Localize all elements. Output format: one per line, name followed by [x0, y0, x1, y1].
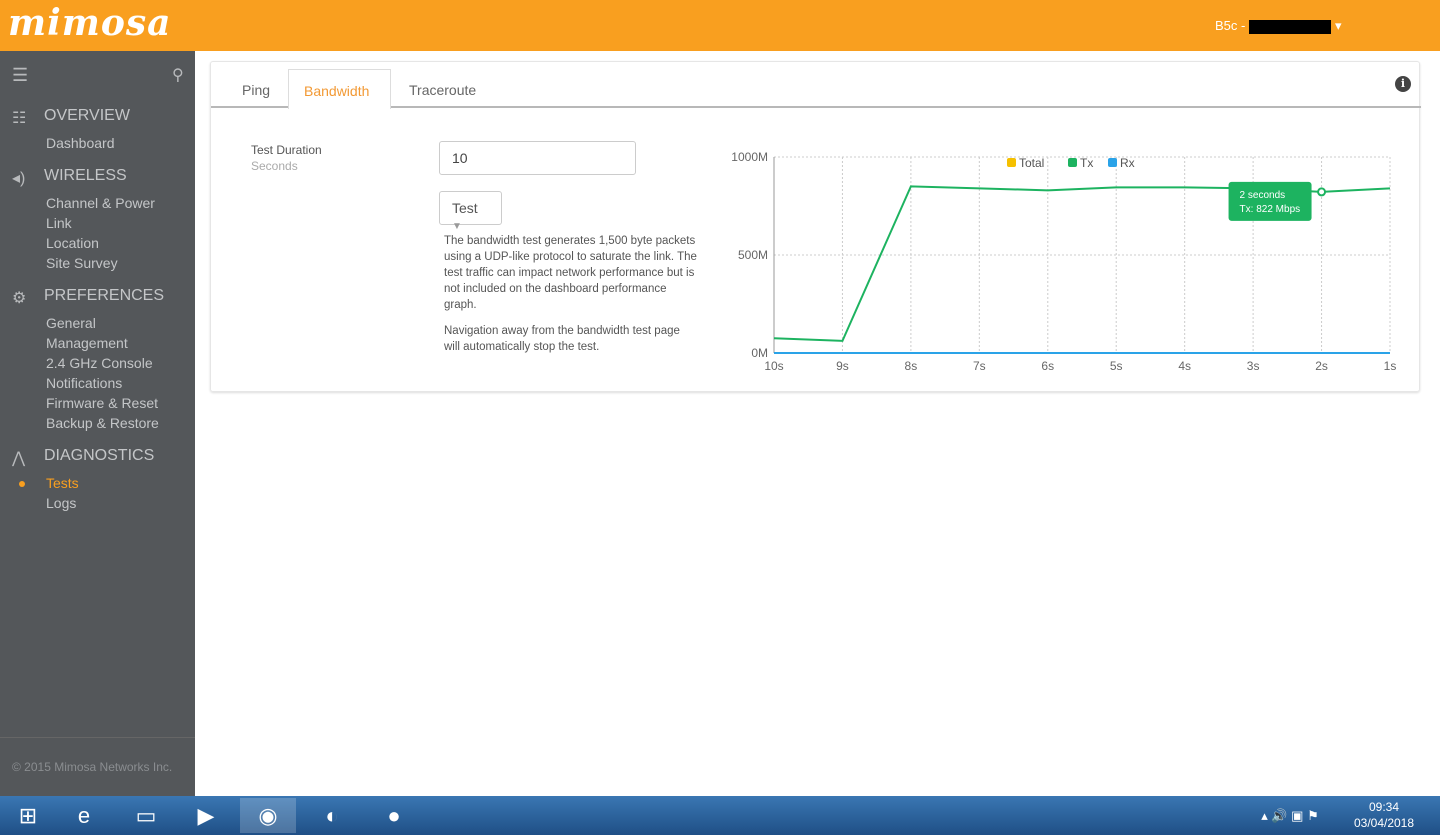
- chevron-down-icon: ▾: [1334, 18, 1342, 33]
- sidebar-section[interactable]: DIAGNOSTICS: [44, 447, 154, 465]
- device-selector[interactable]: B5c - ▾: [1215, 18, 1342, 34]
- sliders-icon: ⚙: [12, 290, 27, 307]
- tests-panel: Ping Bandwidth Traceroute i Test Duratio…: [210, 61, 1421, 392]
- active-dot: [19, 481, 25, 487]
- tooltip-title: 2 seconds: [1240, 190, 1286, 201]
- x-tick-label: 10s: [764, 359, 783, 373]
- ie-icon[interactable]: e: [56, 798, 112, 833]
- menu-icon[interactable]: ☰: [12, 65, 28, 86]
- x-tick-label: 7s: [973, 359, 986, 373]
- description: The bandwidth test generates 1,500 byte …: [444, 235, 697, 353]
- sidebar-item[interactable]: Location: [46, 235, 99, 251]
- y-tick-label: 1000M: [731, 150, 768, 164]
- media-player-icon[interactable]: ▶: [178, 798, 234, 833]
- tooltip-point: [1317, 187, 1327, 197]
- redacted-name: [1249, 19, 1332, 34]
- duration-label: Test Duration: [251, 143, 322, 157]
- x-tick-label: 5s: [1110, 359, 1123, 373]
- sidebar-item[interactable]: Backup & Restore: [46, 415, 159, 431]
- sidebar-item[interactable]: Logs: [46, 495, 76, 511]
- tooltip-text: Tx: 822 Mbps: [1240, 204, 1301, 215]
- legend-swatch: [1007, 158, 1016, 167]
- header: mimosa B5c - ▾: [0, 0, 1440, 51]
- y-tick-label: 0M: [751, 346, 768, 360]
- tray-icons[interactable]: ▴ 🔊 ▣ ⚑: [1240, 798, 1340, 833]
- copyright: © 2015 Mimosa Networks Inc.: [0, 737, 195, 796]
- sidebar-item[interactable]: Firmware & Reset: [46, 395, 158, 411]
- chrome-icon[interactable]: ◉: [240, 798, 296, 833]
- explorer-icon[interactable]: ▭: [118, 798, 174, 833]
- legend-swatch: [1108, 158, 1117, 167]
- x-tick-label: 1s: [1384, 359, 1397, 373]
- x-tick-label: 3s: [1247, 359, 1260, 373]
- bandwidth-chart: 10s 9s 8s 7s 6s 5s 4s 3s 2s 1s 0M 500M 1000M Total Tx R…: [731, 150, 1397, 373]
- tab-bandwidth[interactable]: Bandwidth: [288, 69, 391, 109]
- sidebar-item[interactable]: Link: [46, 215, 72, 231]
- start-button[interactable]: ⊞: [0, 798, 56, 833]
- firefox-icon[interactable]: ●: [366, 798, 422, 833]
- legend-label: Total: [1019, 156, 1044, 170]
- x-tick-label: 6s: [1041, 359, 1054, 373]
- info-icon[interactable]: i: [1395, 76, 1411, 92]
- legend-label: Rx: [1120, 156, 1135, 170]
- tab-traceroute[interactable]: Traceroute: [394, 69, 491, 107]
- x-tick-label: 4s: [1178, 359, 1191, 373]
- clock[interactable]: 09:34 03/04/2018: [1345, 799, 1423, 831]
- y-tick-label: 500M: [738, 248, 768, 262]
- tooltip-box: [1228, 181, 1312, 221]
- legend-swatch: [1068, 158, 1077, 167]
- x-tick-label: 8s: [905, 359, 918, 373]
- sidebar-item[interactable]: Tests: [46, 475, 79, 491]
- list-icon: ☷: [12, 110, 27, 127]
- logo: mimosa: [8, 2, 172, 44]
- pulse-icon: ⋀: [12, 450, 26, 467]
- tab-ping[interactable]: Ping: [227, 69, 285, 107]
- duration-unit: Seconds: [251, 159, 298, 173]
- taskbar: ⊞ e ▭ ▶ ◉ ◐ ● ▴ 🔊 ▣ ⚑ 09:34 03/04/2018: [0, 796, 1440, 835]
- sidebar-item[interactable]: General: [46, 315, 96, 331]
- legend-label: Tx: [1080, 156, 1093, 170]
- sidebar-section[interactable]: WIRELESS: [44, 167, 127, 185]
- pin-icon[interactable]: ⚲: [172, 65, 184, 85]
- duration-input[interactable]: 10: [439, 141, 636, 175]
- sidebar-item[interactable]: Site Survey: [46, 255, 118, 271]
- sidebar: ☰ ⚲ ☷ OVERVIEW Dashboard ◂) WIRELESS Channel …: [0, 51, 195, 796]
- sidebar-section[interactable]: OVERVIEW: [44, 107, 130, 125]
- wireless-icon: ◂): [12, 170, 26, 187]
- sidebar-item[interactable]: Dashboard: [46, 135, 115, 151]
- sidebar-item[interactable]: Management: [46, 335, 128, 351]
- sidebar-item[interactable]: Channel & Power: [46, 195, 155, 211]
- x-tick-label: 2s: [1315, 359, 1328, 373]
- test-button[interactable]: Test ▼: [439, 191, 502, 232]
- caret-icon: ▼: [452, 221, 462, 232]
- sidebar-section[interactable]: PREFERENCES: [44, 287, 164, 305]
- sidebar-item[interactable]: Notifications: [46, 375, 122, 391]
- tab-bar: [211, 106, 1421, 108]
- sidebar-item[interactable]: 2.4 GHz Console: [46, 355, 153, 371]
- x-tick-label: 9s: [836, 359, 849, 373]
- app-icon[interactable]: ◐: [304, 798, 360, 833]
